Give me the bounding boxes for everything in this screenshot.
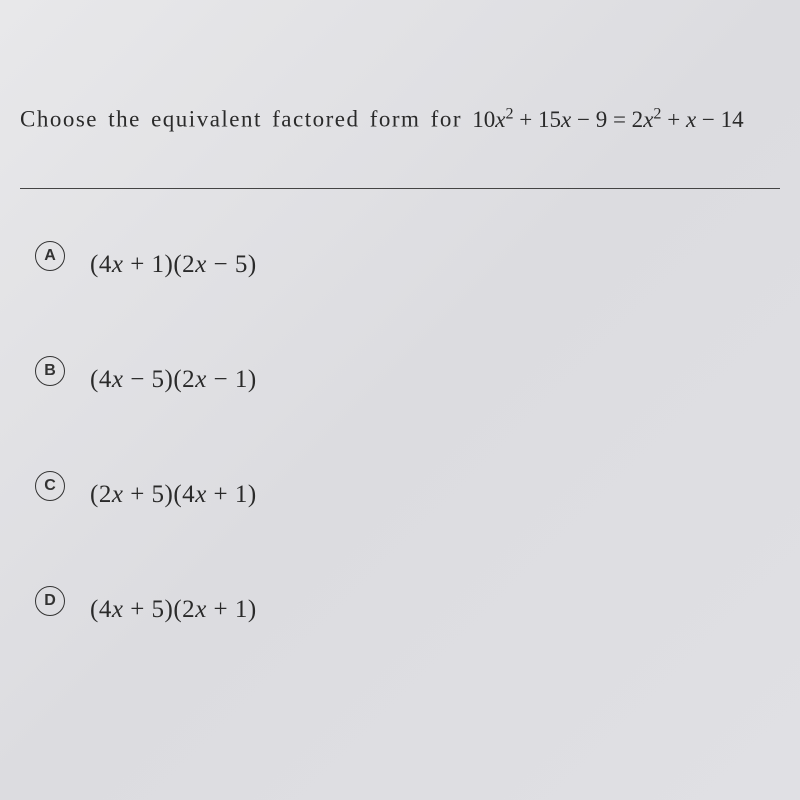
option-letter-circle: A bbox=[35, 241, 65, 271]
option-text: (2x + 5)(4x + 1) bbox=[90, 469, 257, 509]
option-c[interactable]: C (2x + 5)(4x + 1) bbox=[35, 469, 780, 509]
option-b[interactable]: B (4x − 5)(2x − 1) bbox=[35, 354, 780, 394]
prompt-text: Choose the equivalent factored form for bbox=[20, 107, 462, 132]
question-page: Choose the equivalent factored form for … bbox=[0, 0, 800, 729]
option-text: (4x − 5)(2x − 1) bbox=[90, 354, 257, 394]
question-prompt: Choose the equivalent factored form for … bbox=[20, 105, 780, 133]
divider-line bbox=[20, 188, 780, 189]
option-a[interactable]: A (4x + 1)(2x − 5) bbox=[35, 239, 780, 279]
option-letter-circle: D bbox=[35, 586, 65, 616]
option-letter-circle: B bbox=[35, 356, 65, 386]
question-equation: 10x2 + 15x − 9 = 2x2 + x − 14 bbox=[472, 107, 743, 132]
options-container: A (4x + 1)(2x − 5) B (4x − 5)(2x − 1) C … bbox=[20, 239, 780, 624]
option-text: (4x + 1)(2x − 5) bbox=[90, 239, 257, 279]
option-letter-circle: C bbox=[35, 471, 65, 501]
option-d[interactable]: D (4x + 5)(2x + 1) bbox=[35, 584, 780, 624]
option-text: (4x + 5)(2x + 1) bbox=[90, 584, 257, 624]
